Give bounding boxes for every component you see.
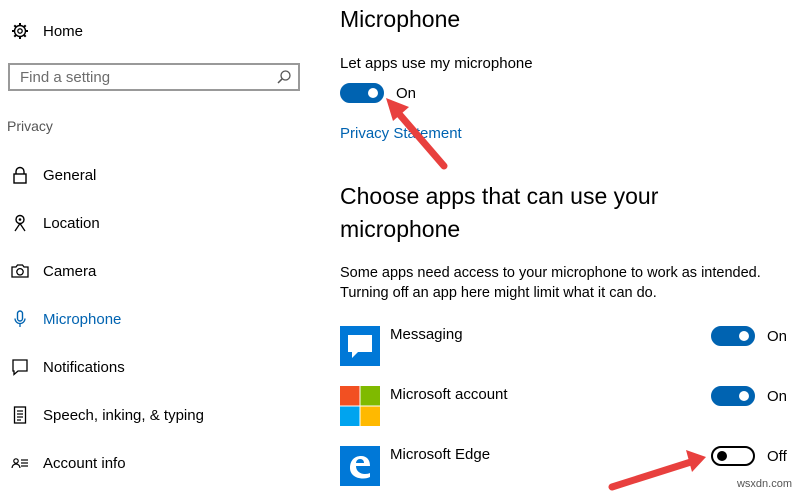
page-title: Microphone: [340, 6, 461, 32]
master-toggle-label: Let apps use my microphone: [340, 55, 533, 72]
messaging-icon: [340, 326, 380, 366]
sidebar-item-label: Speech, inking, & typing: [43, 406, 204, 424]
microsoft-logo-icon: [340, 386, 380, 426]
home-label: Home: [43, 22, 84, 40]
sidebar-item-location[interactable]: Location: [0, 203, 312, 243]
sidebar-item-camera[interactable]: Camera: [0, 251, 312, 291]
camera-icon: [10, 261, 30, 281]
sidebar-item-notifications[interactable]: Notifications: [0, 347, 312, 387]
privacy-section-label: Privacy: [7, 118, 53, 134]
microsoft-edge-toggle[interactable]: [711, 446, 755, 466]
toggle-knob: [739, 331, 749, 341]
app-name: Messaging: [390, 326, 463, 343]
location-pin-icon: [10, 213, 30, 233]
sidebar-item-general[interactable]: General: [0, 155, 312, 195]
sidebar-item-label: General: [43, 166, 97, 184]
choose-apps-heading: Choose apps that can use your microphone: [340, 183, 659, 242]
sidebar-item-speech-inking-typing[interactable]: Speech, inking, & typing: [0, 395, 312, 435]
privacy-statement-link[interactable]: Privacy Statement: [340, 125, 462, 142]
sidebar-item-label: Account info: [43, 454, 126, 472]
microphone-settings-page: Microphone Let apps use my microphone On…: [312, 0, 804, 496]
sidebar-item-label: Camera: [43, 262, 97, 280]
microphone-icon: [10, 309, 30, 329]
sidebar-item-label: Location: [43, 214, 100, 232]
speech-document-icon: [10, 405, 30, 425]
edge-icon: [340, 446, 380, 486]
app-name: Microsoft account: [390, 386, 508, 403]
microsoft-account-toggle-state: On: [767, 388, 788, 405]
toggle-knob: [368, 88, 378, 98]
sidebar-item-microphone[interactable]: Microphone: [0, 299, 312, 339]
messaging-toggle-state: On: [767, 328, 788, 345]
toggle-knob: [739, 391, 749, 401]
search-input[interactable]: Find a setting: [8, 63, 300, 91]
master-microphone-toggle[interactable]: [340, 83, 384, 103]
watermark: wsxdn.com: [736, 478, 792, 490]
home-nav-item[interactable]: Home: [0, 11, 312, 51]
microsoft-account-toggle[interactable]: [711, 386, 755, 406]
master-toggle-state: On: [396, 85, 417, 102]
app-row-messaging: Messaging On: [340, 326, 804, 370]
messaging-toggle[interactable]: [711, 326, 755, 346]
lock-icon: [10, 165, 30, 185]
gear-icon: [10, 21, 30, 41]
account-info-icon: [10, 453, 30, 473]
app-name: Microsoft Edge: [390, 446, 491, 463]
sidebar-item-account-info[interactable]: Account info: [0, 443, 312, 483]
sidebar-item-label: Microphone: [43, 310, 122, 328]
toggle-knob: [717, 451, 727, 461]
notifications-icon: [10, 357, 30, 377]
choose-apps-description: Some apps need access to your microphone…: [340, 265, 761, 301]
app-row-microsoft-account: Microsoft account On: [340, 386, 804, 430]
microsoft-edge-toggle-state: Off: [767, 448, 787, 465]
app-row-microsoft-edge: Microsoft Edge Off: [340, 446, 804, 490]
settings-sidebar: Home Find a setting Privacy General Loca…: [0, 0, 312, 496]
search-placeholder: Find a setting: [20, 69, 111, 86]
search-icon[interactable]: [276, 69, 292, 85]
sidebar-item-label: Notifications: [43, 358, 125, 376]
